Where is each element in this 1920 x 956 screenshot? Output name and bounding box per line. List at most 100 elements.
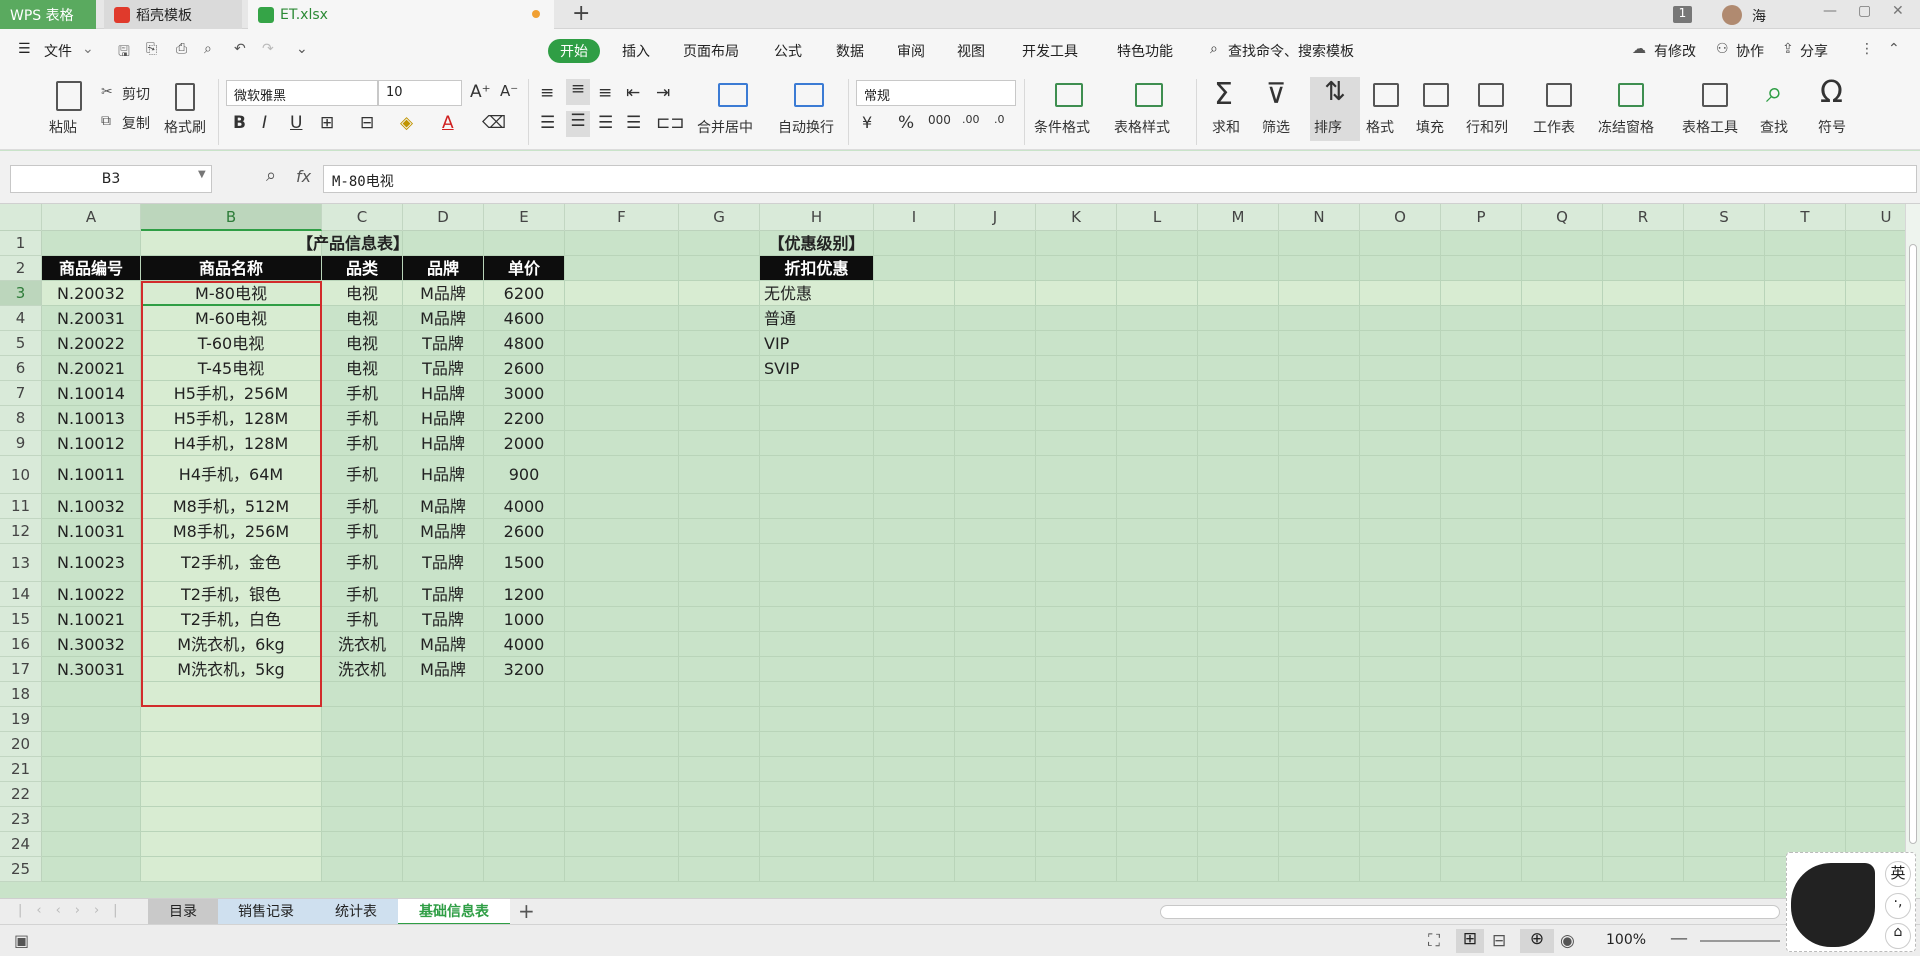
collapse-ribbon-icon[interactable]: ⌃ [1888,41,1900,57]
row-header[interactable]: 3 [0,281,42,306]
filter-icon[interactable]: ⊽ [1266,77,1287,110]
product-cell[interactable]: N.20021 [42,356,141,381]
product-cell[interactable]: M品牌 [403,494,484,519]
row-header[interactable]: 19 [0,707,42,732]
product-cell[interactable]: 4000 [484,632,565,657]
product-cell[interactable]: 洗衣机 [322,632,403,657]
column-header[interactable]: M [1198,204,1279,231]
merge-icon[interactable] [718,83,748,107]
table-style-button[interactable]: 表格样式 [1114,117,1170,137]
column-header[interactable]: A [42,204,141,231]
product-cell[interactable]: 2600 [484,519,565,544]
row-header[interactable]: 7 [0,381,42,406]
row-header[interactable]: 16 [0,632,42,657]
product-header-cell[interactable]: 单价 [484,256,565,281]
add-tab-button[interactable]: + [572,1,590,26]
row-header[interactable]: 9 [0,431,42,456]
product-cell[interactable]: N.20022 [42,331,141,356]
column-header[interactable]: I [874,204,955,231]
product-cell[interactable]: 电视 [322,281,403,306]
column-header[interactable]: O [1360,204,1441,231]
maximize-button[interactable]: ▢ [1858,3,1871,19]
align-middle-icon[interactable]: ≡ [566,79,590,105]
underline-icon[interactable]: U [290,113,302,133]
row-header[interactable]: 6 [0,356,42,381]
product-cell[interactable]: N.10012 [42,431,141,456]
worksheet-icon[interactable] [1546,83,1572,107]
product-cell[interactable]: N.20032 [42,281,141,306]
file-menu[interactable]: 文件 [44,41,72,61]
find-button[interactable]: 查找 [1760,117,1788,137]
zoom-slider[interactable] [1700,940,1780,942]
product-cell[interactable]: T品牌 [403,356,484,381]
product-cell[interactable]: 电视 [322,356,403,381]
font-grow-icon[interactable]: A⁺ [470,82,491,102]
product-cell[interactable]: 手机 [322,544,403,582]
row-header[interactable]: 24 [0,832,42,857]
row-header[interactable]: 13 [0,544,42,582]
product-cell[interactable]: H品牌 [403,406,484,431]
discount-cell[interactable]: 无优惠 [760,281,874,306]
add-sheet-button[interactable]: + [518,899,535,923]
format-button[interactable]: 格式 [1366,117,1394,137]
fill-color-icon[interactable]: ◈ [400,113,413,133]
window-count-badge[interactable]: 1 [1673,6,1692,23]
align-bottom-icon[interactable]: ≡ [598,83,612,103]
worksheet-button[interactable]: 工作表 [1533,117,1575,137]
product-cell[interactable]: T品牌 [403,582,484,607]
ime-punct-toggle[interactable]: ·, [1885,893,1911,919]
row-header[interactable]: 25 [0,857,42,882]
discount-cell[interactable]: 普通 [760,306,874,331]
column-header[interactable]: U [1846,204,1905,231]
column-header[interactable]: H [760,204,874,231]
hamburger-icon[interactable]: ☰ [18,41,31,57]
row-header[interactable]: 15 [0,607,42,632]
number-format-select[interactable]: 常规 [856,80,1016,106]
product-cell[interactable]: M品牌 [403,519,484,544]
menu-insert[interactable]: 插入 [622,41,650,61]
row-header[interactable]: 22 [0,782,42,807]
discount-table-title[interactable]: 【优惠级别】 [760,231,874,256]
product-cell[interactable]: H品牌 [403,381,484,406]
product-cell[interactable]: 900 [484,456,565,494]
product-cell[interactable]: 4000 [484,494,565,519]
table-tools-button[interactable]: 表格工具 [1682,117,1738,137]
product-cell[interactable]: 2600 [484,356,565,381]
search-command[interactable]: 查找命令、搜索模板 [1228,41,1354,61]
sheet-grid[interactable]: ABCDEFGHIJKLMNOPQRSTU 1 2 3 4 5 6 7 8 9 10 11 12 13 1… [0,204,1905,898]
product-cell[interactable]: N.30031 [42,657,141,682]
percent-icon[interactable]: % [898,113,914,133]
paste-button[interactable]: 粘贴 [49,117,77,137]
row-col-button[interactable]: 行和列 [1466,117,1508,137]
minimize-button[interactable]: — [1823,3,1837,19]
row-header[interactable]: 10 [0,456,42,494]
discount-header-cell[interactable]: 折扣优惠 [760,256,874,281]
row-header[interactable]: 11 [0,494,42,519]
row-header[interactable]: 18 [0,682,42,707]
product-cell[interactable]: 洗衣机 [322,657,403,682]
product-cell[interactable]: M品牌 [403,306,484,331]
customize-icon[interactable]: ⌄ [296,41,308,57]
product-cell[interactable]: N.10013 [42,406,141,431]
clear-format-icon[interactable]: ⌫ [482,113,506,133]
column-header[interactable]: T [1765,204,1846,231]
merge-button[interactable]: 合并居中 [697,117,753,137]
ime-widget[interactable]: 英 ·, ⌂ [1786,852,1916,952]
tab-wps-home[interactable]: WPS 表格 [0,0,96,29]
column-header[interactable]: Q [1522,204,1603,231]
select-all-corner[interactable] [0,204,42,231]
column-header[interactable]: D [403,204,484,231]
distributed-icon[interactable]: ⊏⊐ [656,113,685,133]
search-icon[interactable]: ⌕ [1210,41,1218,57]
freeze-button[interactable]: 冻结窗格 [1598,117,1654,137]
product-cell[interactable]: 手机 [322,456,403,494]
page-break-icon[interactable]: ⊟ [1492,931,1506,951]
product-cell[interactable]: 1500 [484,544,565,582]
cut-button[interactable]: 剪切 [122,84,150,104]
horizontal-scrollbar[interactable] [1160,905,1780,919]
product-cell[interactable]: N.10011 [42,456,141,494]
row-header[interactable]: 4 [0,306,42,331]
format-painter-button[interactable]: 格式刷 [164,117,206,137]
indent-decrease-icon[interactable]: ⇤ [626,83,640,103]
undo-icon[interactable]: ↶ [234,41,246,57]
